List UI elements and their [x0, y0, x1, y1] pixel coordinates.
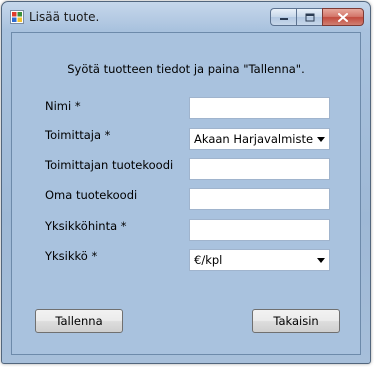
instruction-text: Syötä tuotteen tiedot ja paina "Tallenna… [67, 62, 305, 76]
maximize-icon [305, 13, 314, 21]
maximize-button[interactable] [296, 8, 322, 26]
unit-price-label: Yksikköhinta * [45, 219, 127, 233]
save-button[interactable]: Tallenna [35, 309, 123, 333]
name-input[interactable] [190, 98, 329, 118]
unit-dropdown[interactable]: €/kpl [189, 249, 330, 271]
window-title: Lisää tuote. [29, 10, 100, 24]
name-field[interactable] [189, 97, 330, 119]
chevron-down-icon[interactable] [313, 250, 329, 270]
supplier-code-field[interactable] [189, 158, 330, 180]
minimize-button[interactable] [270, 8, 296, 26]
supplier-code-input[interactable] [190, 159, 329, 179]
unit-price-field[interactable] [189, 219, 330, 241]
close-icon [338, 12, 348, 22]
unit-label: Yksikkö * [45, 249, 98, 263]
caption-buttons [270, 8, 364, 26]
unit-selected-value: €/kpl [194, 253, 223, 267]
unit-price-input[interactable] [190, 220, 329, 240]
own-code-input[interactable] [190, 189, 329, 209]
name-label: Nimi * [45, 99, 81, 113]
form-area: Syötä tuotteen tiedot ja paina "Tallenna… [11, 32, 361, 355]
title-bar[interactable]: Lisää tuote. [2, 2, 370, 32]
supplier-dropdown[interactable]: Akaan Harjavalmiste [189, 128, 330, 150]
supplier-label: Toimittaja * [45, 128, 111, 142]
supplier-code-label: Toimittajan tuotekoodi [45, 158, 174, 172]
minimize-icon [279, 18, 288, 20]
close-button[interactable] [322, 8, 364, 26]
supplier-selected-value: Akaan Harjavalmiste [194, 132, 313, 146]
dialog-window: Lisää tuote. Syötä tuotteen tiedot ja pa… [1, 1, 371, 364]
own-code-field[interactable] [189, 188, 330, 210]
back-button[interactable]: Takaisin [252, 309, 340, 333]
own-code-label: Oma tuotekoodi [45, 188, 138, 202]
app-icon [10, 10, 24, 24]
chevron-down-icon[interactable] [313, 129, 329, 149]
